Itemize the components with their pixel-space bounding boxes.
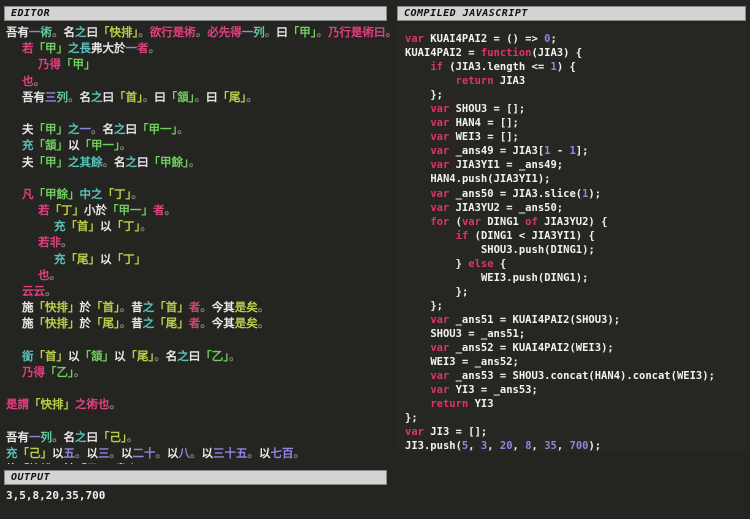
compiled-line: var _ans50 = JIA3.slice(1);	[405, 187, 740, 201]
editor-line: 乃得「乙」。	[6, 364, 392, 380]
compiled-line: SHOU3 = _ans51;	[405, 327, 740, 341]
compiled-line: WEI3 = _ans52;	[405, 355, 740, 369]
editor-line: 凡「甲餘」中之「丁」。	[6, 186, 392, 202]
editor-line: 若非。	[6, 234, 392, 250]
compiled-line: var YI3 = _ans53;	[405, 383, 740, 397]
output-line: 3,5,8,20,35,700	[6, 488, 392, 504]
editor-line: 吾有一術。名之曰「快排」。欲行是術。必先得一列。曰「甲」。乃行是術曰。	[6, 24, 392, 40]
compiled-line: if (DING1 < JIA3YI1) {	[405, 229, 740, 243]
compiled-line: var SHOU3 = [];	[405, 102, 740, 116]
editor-line: 銜「首」以「頷」以「尾」。名之曰「乙」。	[6, 348, 392, 364]
compiled-javascript-code-area: var KUAI4PAI2 = () => 0;KUAI4PAI2 = func…	[397, 24, 746, 452]
editor-line	[6, 332, 392, 348]
editor-line: 充「首」以「丁」。	[6, 218, 392, 234]
compiled-line: } else {	[405, 257, 740, 271]
editor-line: 云云。	[6, 283, 392, 299]
editor-line: 若「甲」之長弗大於一者。	[6, 40, 392, 56]
editor-line: 施「快排」於「己」。書之。	[6, 461, 392, 464]
output-panel-header: OUTPUT	[4, 470, 387, 485]
editor-line: 吾有三列。名之曰「首」。曰「頷」。曰「尾」。	[6, 89, 392, 105]
compiled-line: var JI3 = [];	[405, 425, 740, 439]
compiled-line: };	[405, 411, 740, 425]
compiled-line: KUAI4PAI2 = function(JIA3) {	[405, 46, 740, 60]
compiled-line: var JIA3YI1 = _ans49;	[405, 158, 740, 172]
compiled-line: SHOU3.push(DING1);	[405, 243, 740, 257]
editor-line: 施「快排」於「首」。昔之「首」者。今其是矣。	[6, 299, 392, 315]
editor-line: 若「丁」小於「甲一」者。	[6, 202, 392, 218]
editor-line: 充「己」以五。以三。以二十。以八。以三十五。以七百。	[6, 445, 392, 461]
editor-line: 夫「甲」之一。名之曰「甲一」。	[6, 121, 392, 137]
editor-line: 也。	[6, 73, 392, 89]
editor-line: 是謂「快排」之術也。	[6, 396, 392, 412]
editor-line	[6, 380, 392, 396]
editor-code-area[interactable]: 吾有一術。名之曰「快排」。欲行是術。必先得一列。曰「甲」。乃行是術曰。 若「甲」…	[0, 24, 392, 464]
compiled-line: var _ans52 = KUAI4PAI2(WEI3);	[405, 341, 740, 355]
compiled-line: if (JIA3.length <= 1) {	[405, 60, 740, 74]
editor-line: 乃得「甲」	[6, 56, 392, 72]
output-console-area: 3,5,8,20,35,700	[0, 488, 392, 519]
compiled-line: return JIA3	[405, 74, 740, 88]
compiled-line: var WEI3 = [];	[405, 130, 740, 144]
compiled-line: return YI3	[405, 397, 740, 411]
compiled-line: JI3.push(5, 3, 20, 8, 35, 700);	[405, 439, 740, 452]
compiled-line: var _ans53 = SHOU3.concat(HAN4).concat(W…	[405, 369, 740, 383]
compiled-line: for (var DING1 of JIA3YU2) {	[405, 215, 740, 229]
compiled-line: var _ans51 = KUAI4PAI2(SHOU3);	[405, 313, 740, 327]
compiled-line: var _ans49 = JIA3[1 - 1];	[405, 144, 740, 158]
editor-line: 施「快排」於「尾」。昔之「尾」者。今其是矣。	[6, 315, 392, 331]
compiled-line: };	[405, 285, 740, 299]
editor-line: 夫「甲」之其餘。名之曰「甲餘」。	[6, 154, 392, 170]
editor-panel-header: EDITOR	[4, 6, 387, 21]
compiled-line: var JIA3YU2 = _ans50;	[405, 201, 740, 215]
editor-line	[6, 170, 392, 186]
compiled-line: var KUAI4PAI2 = () => 0;	[405, 32, 740, 46]
compiled-line: HAN4.push(JIA3YI1);	[405, 172, 740, 186]
compiled-line: WEI3.push(DING1);	[405, 271, 740, 285]
compiled-line: var HAN4 = [];	[405, 116, 740, 130]
editor-line: 吾有一列。名之曰「己」。	[6, 429, 392, 445]
compiled-line: };	[405, 88, 740, 102]
editor-line	[6, 105, 392, 121]
editor-line	[6, 413, 392, 429]
compiled-line: };	[405, 299, 740, 313]
editor-line: 充「頷」以「甲一」。	[6, 137, 392, 153]
editor-line: 也。	[6, 267, 392, 283]
editor-line: 充「尾」以「丁」	[6, 251, 392, 267]
compiled-javascript-panel-header: COMPILED JAVASCRIPT	[397, 6, 746, 21]
